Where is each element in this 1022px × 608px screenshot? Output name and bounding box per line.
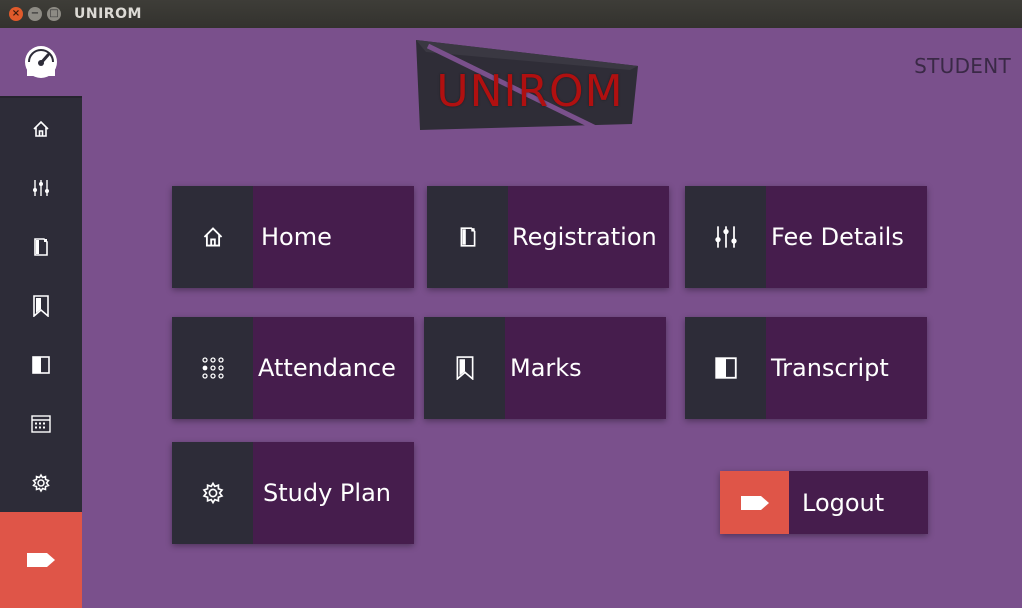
tile-study-plan[interactable]: Study Plan xyxy=(172,442,414,544)
window-title: UNIROM xyxy=(74,6,142,22)
document-icon xyxy=(459,226,477,248)
sidebar-item-marks[interactable] xyxy=(0,277,82,335)
logout-button[interactable]: Logout xyxy=(720,471,928,534)
window-titlebar: × − □ UNIROM xyxy=(0,0,1022,28)
gear-icon xyxy=(31,473,51,493)
role-label: STUDENT xyxy=(914,54,1011,78)
tile-registration-label: Registration xyxy=(508,186,669,288)
sidebar-item-attendance[interactable] xyxy=(0,395,82,453)
window-maximize-button[interactable]: □ xyxy=(47,7,61,21)
calendar-icon xyxy=(31,415,51,433)
window-close-button[interactable]: × xyxy=(9,7,23,21)
sidebar-item-dashboard[interactable] xyxy=(0,28,82,98)
sidebar-item-logout[interactable] xyxy=(0,512,82,608)
sliders-icon xyxy=(32,179,50,197)
tile-marks[interactable]: Marks xyxy=(424,317,666,419)
half-square-icon xyxy=(714,357,737,379)
document-icon xyxy=(33,237,49,257)
tile-attendance-label: Attendance xyxy=(253,317,414,419)
half-square-icon xyxy=(32,356,50,374)
sidebar-item-home[interactable] xyxy=(0,100,82,158)
sidebar-item-study-plan[interactable] xyxy=(0,454,82,512)
sliders-icon xyxy=(714,225,738,249)
gear-icon xyxy=(201,481,225,505)
dots-grid-icon xyxy=(201,356,225,380)
bookmark-icon xyxy=(33,295,49,317)
tile-marks-label: Marks xyxy=(505,317,666,419)
tile-fee-details-label: Fee Details xyxy=(766,186,927,288)
tile-study-plan-label: Study Plan xyxy=(253,442,414,544)
home-icon xyxy=(32,120,50,138)
window-minimize-button[interactable]: − xyxy=(28,7,42,21)
app-logo: UNIROM xyxy=(412,40,642,136)
sidebar xyxy=(0,28,82,608)
tile-home-label: Home xyxy=(253,186,414,288)
tile-registration[interactable]: Registration xyxy=(427,186,669,288)
tile-home[interactable]: Home xyxy=(172,186,414,288)
sidebar-item-registration[interactable] xyxy=(0,218,82,276)
logo-text: UNIROM xyxy=(436,66,624,117)
sidebar-item-transcript[interactable] xyxy=(0,336,82,394)
logout-label: Logout xyxy=(789,471,928,534)
sidebar-item-fee-details[interactable] xyxy=(0,159,82,217)
gauge-icon xyxy=(23,44,59,80)
tile-transcript[interactable]: Transcript xyxy=(685,317,927,419)
main-content: STUDENT UNIROM Home Registration Fee Det… xyxy=(82,28,1022,608)
tile-transcript-label: Transcript xyxy=(766,317,927,419)
tile-fee-details[interactable]: Fee Details xyxy=(685,186,927,288)
tile-attendance[interactable]: Attendance xyxy=(172,317,414,419)
tag-icon xyxy=(740,495,770,511)
bookmark-icon xyxy=(456,356,474,380)
home-icon xyxy=(202,226,224,248)
tag-icon xyxy=(26,552,56,568)
